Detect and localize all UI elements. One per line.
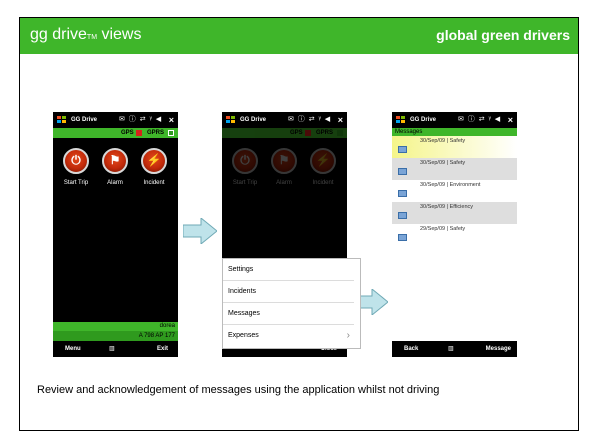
app-title: GG Drive [410, 117, 437, 123]
incident-button: ⚡ [310, 148, 336, 174]
gps-indicator [136, 130, 142, 136]
envelope-icon [398, 212, 407, 219]
chevron-right-icon: › [346, 330, 350, 341]
keyboard-icon[interactable]: ▥ [109, 341, 115, 357]
status-icons: ✉ ⓘ ⇄ ᵞ ◀ [458, 116, 502, 123]
windows-start-icon[interactable] [57, 116, 66, 124]
gps-indicator [305, 130, 311, 136]
menu-item-incidents[interactable]: Incidents [223, 281, 354, 303]
tagline: global green drivers [436, 27, 570, 43]
power-icon: ⏻ [71, 153, 81, 167]
phone-screenshot-home: GG Drive ✉ ⓘ ⇄ ᵞ ◀ × GPS GPRS ⏻ ⚑ ⚡ Star… [53, 112, 178, 357]
start-trip-label: Start Trip [63, 180, 89, 186]
app-title: GG Drive [240, 117, 267, 123]
app-title: GG Drive [71, 117, 98, 123]
softkey-bar: Back ▥ Message [392, 341, 517, 357]
incident-label: Incident [312, 180, 334, 186]
softkey-bar: Menu ▥ Exit [53, 341, 178, 357]
list-item[interactable]: 30/Sep/09 | Safety [392, 158, 517, 180]
popup-menu: Settings Incidents Messages Expenses › [222, 258, 361, 349]
flag-icon: ⚑ [278, 153, 290, 167]
status-icons: ✉ ⓘ ⇄ ᵞ ◀ [119, 116, 163, 123]
list-item[interactable]: 29/Sep/09 | Safety [392, 224, 517, 246]
alarm-label: Alarm [107, 180, 123, 186]
message-softkey[interactable]: Message [486, 341, 511, 357]
alarm-label: Alarm [276, 180, 292, 186]
vehicle-bar: A 798 AP 177 [53, 331, 178, 341]
start-trip-button[interactable]: ⏻ [63, 148, 89, 174]
slide: gg driveTM views global green drivers GG… [19, 17, 579, 431]
status-bar: GG Drive ✉ ⓘ ⇄ ᵞ ◀ × [53, 112, 178, 128]
envelope-icon [398, 234, 407, 241]
close-icon[interactable]: × [338, 112, 343, 128]
gprs-indicator [337, 130, 343, 136]
envelope-icon [398, 168, 407, 175]
power-icon: ⏻ [240, 153, 250, 167]
keyboard-icon[interactable]: ▥ [448, 341, 454, 357]
alarm-button[interactable]: ⚑ [102, 148, 128, 174]
user-bar: dorea [53, 322, 178, 331]
start-trip-button: ⏻ [232, 148, 258, 174]
menu-item-expenses[interactable]: Expenses › [223, 325, 354, 347]
lightning-icon: ⚡ [315, 153, 331, 167]
slide-caption: Review and acknowledgement of messages u… [37, 384, 440, 396]
status-icons: ✉ ⓘ ⇄ ᵞ ◀ [288, 116, 332, 123]
gprs-indicator [168, 130, 174, 136]
list-item[interactable]: 30/Sep/09 | Safety [392, 136, 517, 158]
windows-start-icon[interactable] [396, 116, 405, 124]
envelope-icon [398, 190, 407, 197]
gps-status-bar: GPS GPRS [53, 128, 178, 138]
menu-item-messages[interactable]: Messages [223, 303, 354, 325]
header-banner: gg driveTM views global green drivers [20, 18, 578, 54]
envelope-icon [398, 146, 407, 153]
start-trip-label: Start Trip [232, 180, 258, 186]
windows-start-icon[interactable] [226, 116, 235, 124]
close-icon[interactable]: × [169, 112, 174, 128]
status-bar: GG Drive ✉ ⓘ ⇄ ᵞ ◀ × [392, 112, 517, 128]
list-item[interactable]: 30/Sep/09 | Environment [392, 180, 517, 202]
brand-logo: gg driveTM views [30, 26, 142, 43]
list-item[interactable]: 30/Sep/09 | Efficiency [392, 202, 517, 224]
alarm-button: ⚑ [271, 148, 297, 174]
lightning-icon: ⚡ [146, 153, 162, 167]
message-list: 30/Sep/09 | Safety 30/Sep/09 | Safety 30… [392, 136, 517, 341]
phone-screenshot-messages: GG Drive ✉ ⓘ ⇄ ᵞ ◀ × Messages 30/Sep/09 … [392, 112, 517, 357]
gps-status-bar: GPS GPRS [222, 128, 347, 138]
back-softkey[interactable]: Back [404, 341, 418, 357]
messages-header: Messages [392, 128, 517, 136]
exit-softkey[interactable]: Exit [157, 341, 168, 357]
flag-icon: ⚑ [109, 153, 121, 167]
status-bar: GG Drive ✉ ⓘ ⇄ ᵞ ◀ × [222, 112, 347, 128]
incident-label: Incident [143, 180, 165, 186]
menu-softkey[interactable]: Menu [65, 341, 81, 357]
incident-button[interactable]: ⚡ [141, 148, 167, 174]
close-icon[interactable]: × [508, 112, 513, 128]
arrow-right-icon [183, 218, 217, 244]
menu-item-settings[interactable]: Settings [223, 259, 354, 281]
